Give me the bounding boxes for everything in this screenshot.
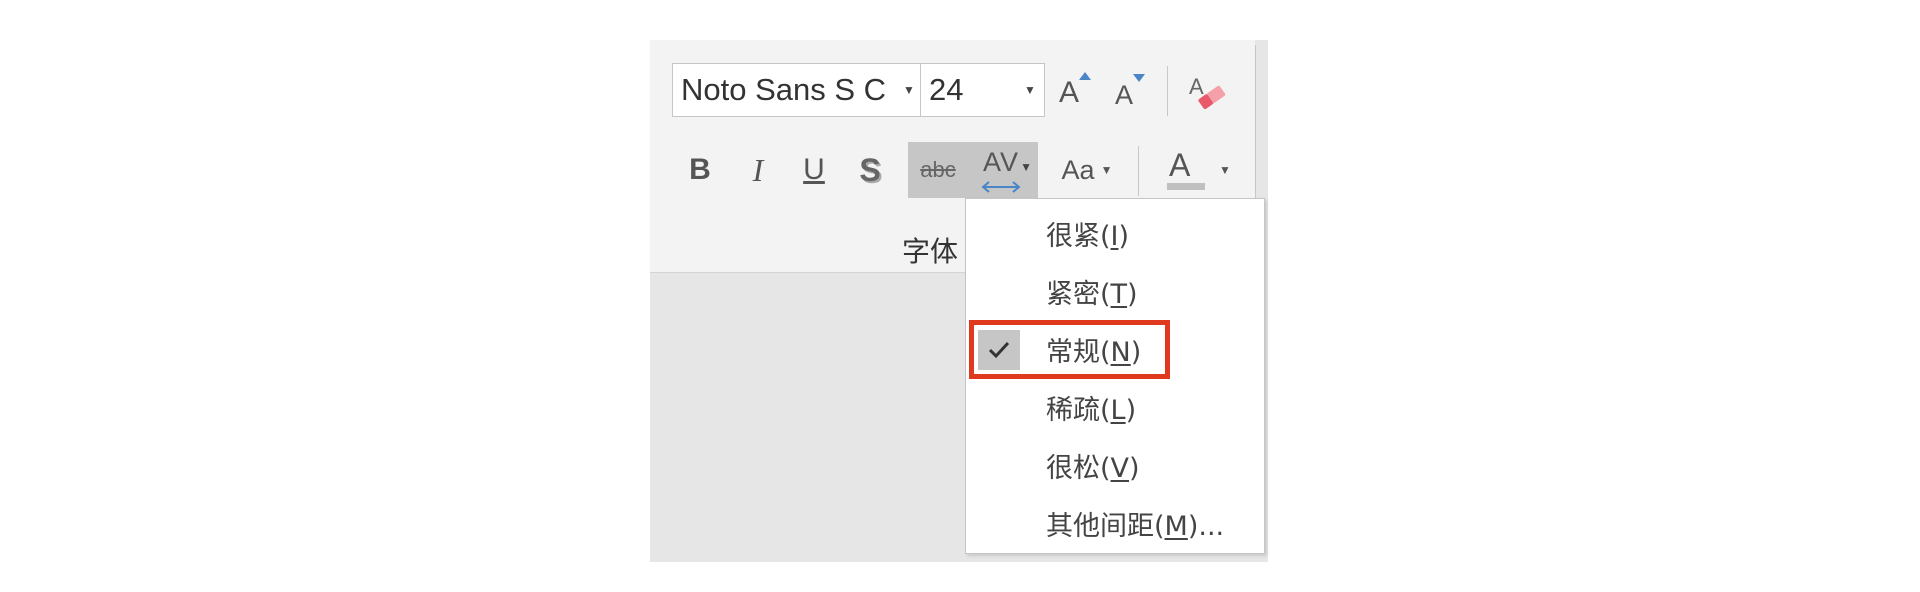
clear-formatting-button[interactable]: A <box>1180 66 1234 116</box>
menu-item-loose[interactable]: 稀疏(L) <box>966 378 1264 436</box>
bold-button[interactable]: B <box>680 142 720 198</box>
character-spacing-button[interactable]: AV ▼ <box>968 142 1038 198</box>
menu-item-very-loose[interactable]: 很松(V) <box>966 436 1264 494</box>
shrink-font-button[interactable]: A <box>1106 70 1152 114</box>
svg-text:A: A <box>1189 74 1204 99</box>
eraser-icon: A <box>1189 74 1226 110</box>
font-color-letter: A <box>1169 147 1191 183</box>
font-name-value[interactable]: Noto Sans S C <box>673 72 897 108</box>
menu-item-more-spacing[interactable]: 其他间距(M)... <box>966 494 1264 552</box>
grow-font-icon: A <box>1057 72 1093 112</box>
font-size-combobox[interactable]: 24 ▼ <box>920 63 1045 117</box>
chevron-down-icon[interactable]: ▼ <box>1018 83 1044 97</box>
grow-font-button[interactable]: A <box>1052 70 1098 114</box>
chevron-down-icon[interactable]: ▼ <box>1020 160 1032 174</box>
menu-item-label: 稀疏(L) <box>1046 394 1137 426</box>
change-case-button[interactable]: Aa ▼ <box>1052 142 1122 198</box>
font-size-value[interactable]: 24 <box>921 72 1018 108</box>
menu-item-label: 很紧(I) <box>1046 220 1130 252</box>
double-arrow-icon <box>981 181 1021 193</box>
font-color-swatch <box>1167 183 1206 190</box>
menu-item-label: 其他间距(M)... <box>1046 510 1225 542</box>
group-label: 字体 <box>902 235 959 268</box>
caret-up-icon <box>1079 72 1091 80</box>
menu-item-tight[interactable]: 紧密(T) <box>966 262 1264 320</box>
toolbar-separator <box>1138 146 1139 196</box>
chevron-down-icon[interactable]: ▼ <box>1101 163 1113 177</box>
font-color-button[interactable]: A ▼ <box>1150 142 1242 198</box>
strikethrough-button[interactable]: abc <box>908 142 968 198</box>
toolbar-separator <box>1167 66 1168 116</box>
font-name-combobox[interactable]: Noto Sans S C ▼ <box>672 63 924 117</box>
text-shadow-button[interactable]: S <box>850 142 890 198</box>
shrink-font-icon: A <box>1111 72 1147 112</box>
character-spacing-menu: 很紧(I) 紧密(T) 常规(N) 稀疏(L) 很松(V) 其他间距(M)... <box>965 198 1265 554</box>
underline-button[interactable]: U <box>794 142 834 198</box>
shrink-font-letter: A <box>1115 80 1134 110</box>
character-spacing-label: AV <box>983 147 1020 177</box>
font-color-icon: A <box>1161 145 1209 195</box>
menu-item-label: 很松(V) <box>1046 452 1140 484</box>
menu-item-very-tight[interactable]: 很紧(I) <box>966 204 1264 262</box>
menu-item-normal[interactable]: 常规(N) <box>966 320 1264 379</box>
highlight-annotation-box <box>969 320 1170 379</box>
caret-down-icon <box>1133 74 1145 82</box>
menu-item-label: 紧密(T) <box>1046 278 1138 310</box>
italic-button[interactable]: I <box>738 142 778 198</box>
change-case-label: Aa <box>1061 154 1095 185</box>
grow-font-letter: A <box>1059 76 1080 109</box>
character-spacing-icon: AV <box>981 147 1025 193</box>
chevron-down-icon[interactable]: ▼ <box>1219 163 1231 177</box>
